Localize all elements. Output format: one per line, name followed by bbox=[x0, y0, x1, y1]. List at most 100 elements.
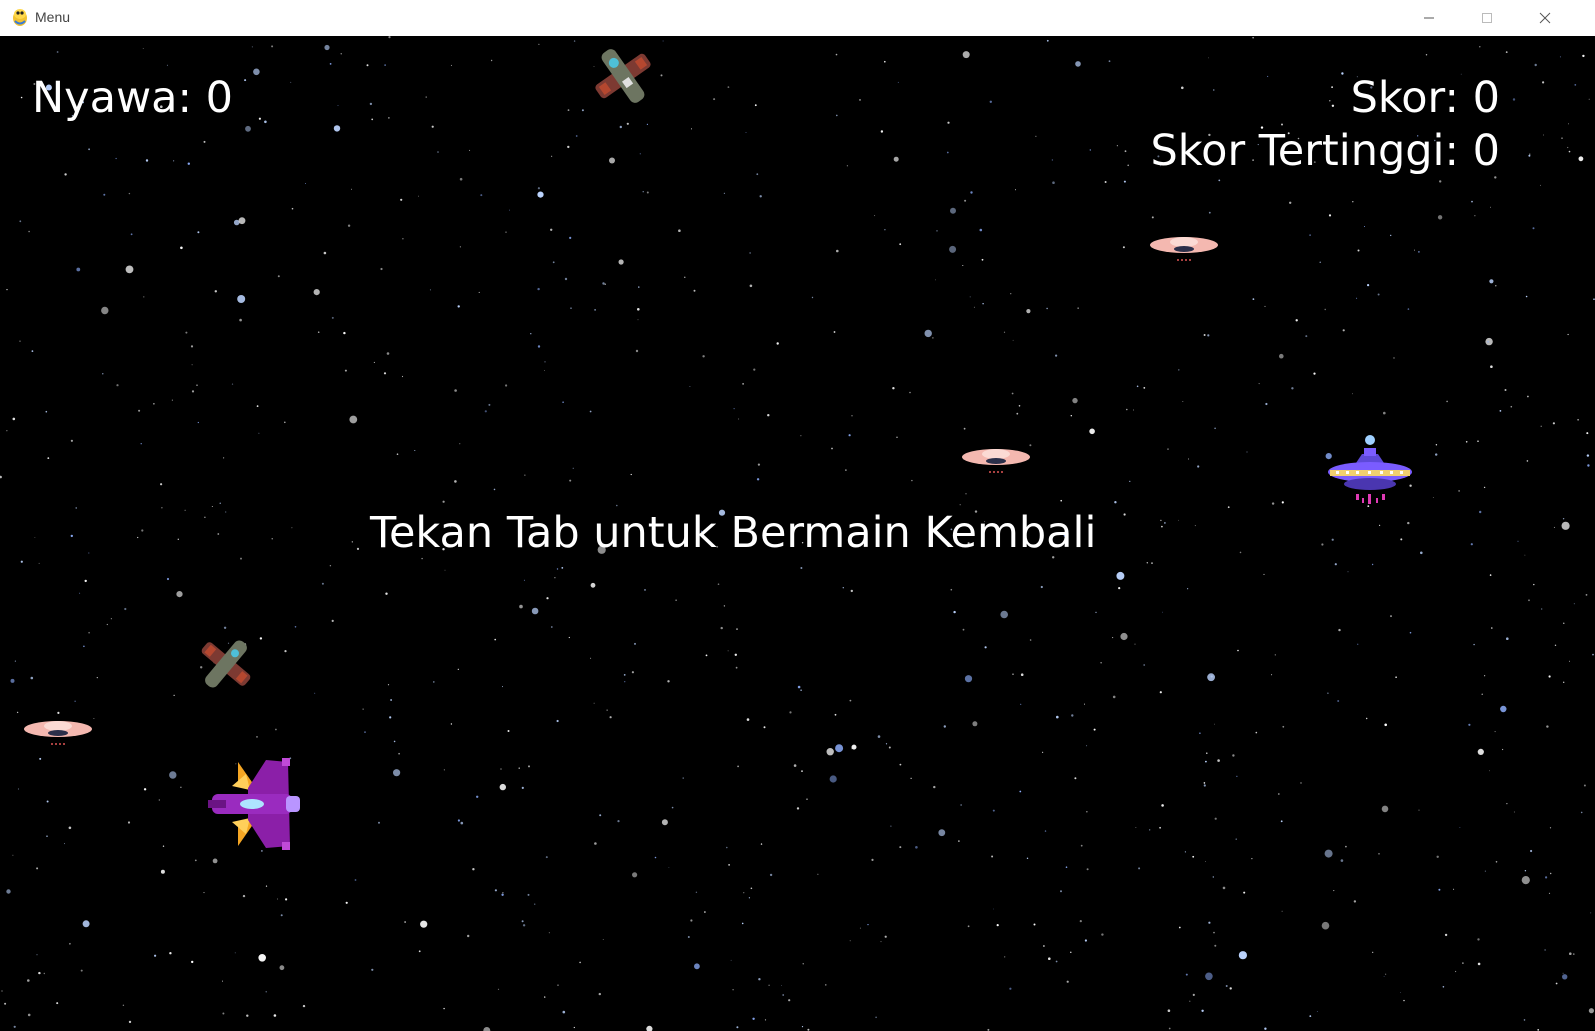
star bbox=[418, 950, 421, 953]
star bbox=[800, 689, 802, 691]
star bbox=[388, 117, 390, 119]
star bbox=[1095, 611, 1097, 614]
star bbox=[1495, 861, 1498, 863]
star bbox=[936, 230, 938, 232]
star bbox=[1116, 145, 1118, 147]
star bbox=[56, 1002, 59, 1005]
star bbox=[1540, 184, 1541, 186]
star bbox=[1160, 519, 1162, 522]
star bbox=[253, 68, 260, 76]
star bbox=[538, 43, 540, 45]
pink-ufo-sprite bbox=[1148, 232, 1220, 266]
star bbox=[45, 410, 48, 413]
star bbox=[1267, 75, 1269, 77]
star bbox=[404, 921, 406, 923]
star bbox=[1357, 249, 1360, 252]
star bbox=[1151, 216, 1154, 219]
star bbox=[1321, 921, 1330, 930]
star bbox=[896, 436, 898, 438]
game-window: Menu Nyawa: 0 Skor: 0 Skor Tertinggi: 0 … bbox=[0, 0, 1595, 1031]
star bbox=[444, 569, 446, 571]
star bbox=[826, 748, 834, 756]
star bbox=[781, 985, 782, 986]
star bbox=[800, 567, 803, 569]
star bbox=[981, 258, 984, 261]
star bbox=[130, 233, 133, 236]
star bbox=[1123, 513, 1126, 516]
star bbox=[1458, 490, 1460, 492]
star bbox=[1378, 853, 1380, 855]
star bbox=[646, 123, 649, 125]
star bbox=[1229, 987, 1232, 990]
star bbox=[88, 552, 90, 554]
star bbox=[476, 795, 479, 798]
star bbox=[401, 375, 404, 378]
star bbox=[284, 650, 287, 653]
title-bar[interactable]: Menu bbox=[0, 0, 1595, 37]
star bbox=[748, 897, 751, 899]
star bbox=[231, 383, 234, 385]
star bbox=[6, 889, 11, 894]
star bbox=[1104, 181, 1107, 183]
star bbox=[750, 887, 753, 890]
star bbox=[1066, 980, 1069, 983]
star bbox=[1084, 703, 1085, 705]
star bbox=[1205, 861, 1206, 862]
star bbox=[1214, 817, 1217, 820]
star bbox=[211, 506, 213, 507]
star bbox=[12, 854, 14, 856]
star bbox=[909, 391, 911, 394]
close-button[interactable] bbox=[1516, 0, 1574, 36]
star bbox=[1418, 251, 1420, 253]
star bbox=[143, 788, 147, 791]
star bbox=[1168, 1027, 1171, 1030]
star bbox=[1020, 673, 1024, 676]
star bbox=[507, 730, 510, 732]
star bbox=[173, 694, 175, 697]
star bbox=[521, 920, 524, 923]
star bbox=[324, 44, 330, 51]
star bbox=[1345, 845, 1347, 848]
star bbox=[632, 872, 638, 878]
star bbox=[137, 536, 139, 539]
star bbox=[1453, 888, 1455, 890]
star bbox=[1212, 876, 1215, 878]
star bbox=[219, 502, 221, 504]
star bbox=[331, 619, 334, 623]
star bbox=[752, 1017, 755, 1020]
star bbox=[483, 1027, 491, 1031]
star bbox=[393, 740, 396, 743]
star bbox=[1309, 1015, 1312, 1017]
star bbox=[796, 807, 800, 810]
star bbox=[1543, 134, 1544, 136]
star bbox=[1029, 639, 1032, 641]
score-counter: Skor: 0 bbox=[1350, 73, 1500, 123]
star bbox=[1356, 297, 1358, 299]
star bbox=[222, 980, 223, 982]
star bbox=[28, 230, 30, 233]
game-canvas[interactable]: Nyawa: 0 Skor: 0 Skor Tertinggi: 0 Tekan… bbox=[0, 36, 1595, 1031]
star bbox=[1203, 334, 1206, 336]
star bbox=[194, 859, 197, 862]
star bbox=[494, 889, 497, 892]
star bbox=[443, 1007, 445, 1010]
star bbox=[530, 333, 532, 335]
star bbox=[1548, 892, 1551, 895]
maximize-button[interactable] bbox=[1458, 0, 1516, 36]
star bbox=[191, 390, 195, 393]
star bbox=[488, 403, 491, 406]
star bbox=[1042, 751, 1044, 753]
star bbox=[984, 646, 987, 649]
star bbox=[915, 846, 918, 849]
star bbox=[749, 252, 751, 254]
star bbox=[871, 858, 874, 862]
star bbox=[1295, 319, 1298, 322]
star bbox=[450, 723, 453, 725]
star bbox=[962, 628, 965, 631]
star bbox=[1127, 164, 1129, 167]
star bbox=[256, 736, 258, 738]
star bbox=[204, 516, 206, 518]
star bbox=[728, 864, 730, 866]
lives-counter: Nyawa: 0 bbox=[32, 73, 233, 123]
minimize-button[interactable] bbox=[1400, 0, 1458, 36]
